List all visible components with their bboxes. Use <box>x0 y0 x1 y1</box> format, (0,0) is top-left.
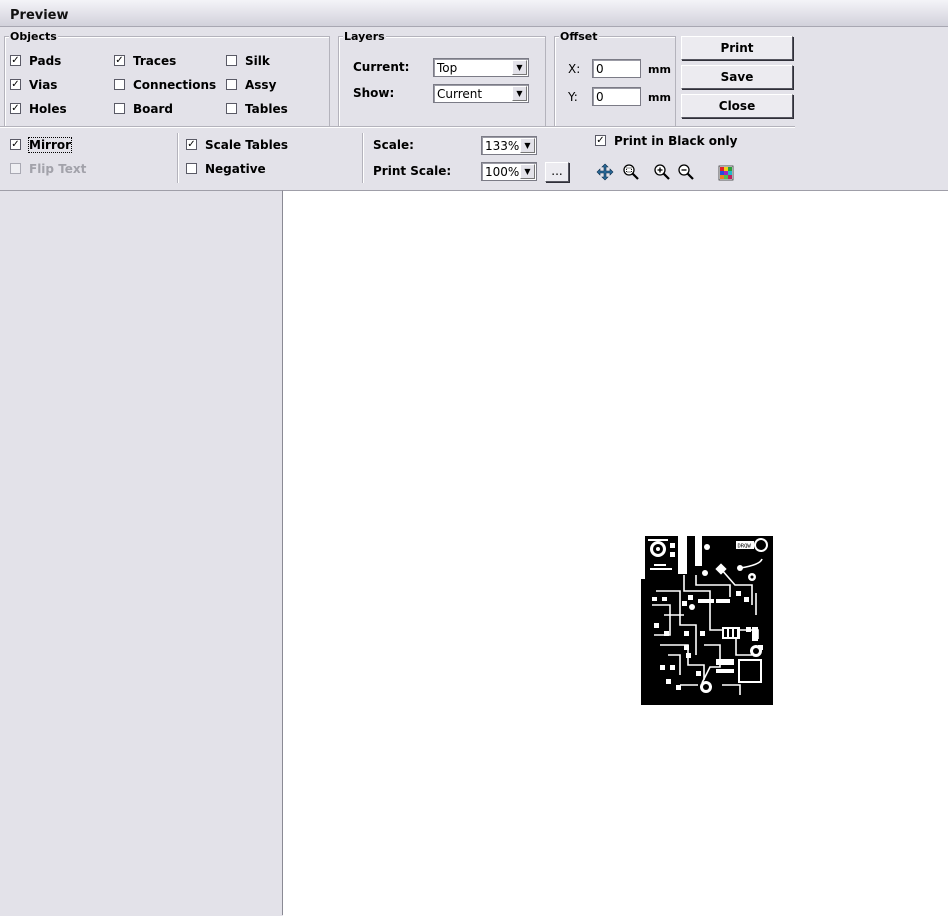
pads-label: Pads <box>29 54 62 68</box>
current-layer-label: Current: <box>353 60 410 74</box>
vertical-divider <box>177 133 179 183</box>
pads-checkbox[interactable]: ✓ Pads <box>10 54 61 70</box>
mirror-label: Mirror <box>27 137 73 153</box>
offset-x-label: X: <box>568 62 581 76</box>
traces-checkbox-box[interactable]: ✓ <box>114 55 125 66</box>
print-button[interactable]: Print <box>681 36 793 60</box>
board-label: Board <box>133 102 173 116</box>
mirror-checkbox-box[interactable]: ✓ <box>10 139 21 150</box>
chevron-down-icon[interactable]: ▼ <box>520 164 535 179</box>
show-layer-label: Show: <box>353 86 395 100</box>
scale-tables-checkbox-box[interactable]: ✓ <box>186 139 197 150</box>
print-scale-value: 100% <box>485 165 520 179</box>
connections-checkbox[interactable]: Connections <box>114 78 216 94</box>
zoom-in-icon[interactable] <box>653 163 671 181</box>
print-scale-select[interactable]: 100% ▼ <box>481 162 537 181</box>
flip-text-label: Flip Text <box>29 162 87 176</box>
silk-label: Silk <box>245 54 270 68</box>
current-layer-select[interactable]: Top ▼ <box>433 58 529 77</box>
vertical-divider <box>362 133 364 183</box>
tables-label: Tables <box>245 102 288 116</box>
silk-checkbox[interactable]: Silk <box>226 54 270 70</box>
chevron-down-icon[interactable]: ▼ <box>520 138 535 153</box>
objects-legend: Objects <box>9 30 58 43</box>
tables-checkbox-box[interactable] <box>226 103 237 114</box>
close-button[interactable]: Close <box>681 94 793 118</box>
assy-checkbox-box[interactable] <box>226 79 237 90</box>
chevron-down-icon[interactable]: ▼ <box>512 60 527 75</box>
vias-label: Vias <box>29 78 58 92</box>
color-palette-icon[interactable] <box>717 164 735 182</box>
pcb-layout-preview: DRQW <box>641 536 773 705</box>
print-black-checkbox-box[interactable]: ✓ <box>595 135 606 146</box>
scale-tables-label: Scale Tables <box>205 138 289 152</box>
toolbar-separator <box>0 126 795 128</box>
zoom-out-icon[interactable] <box>677 163 695 181</box>
scale-value: 133% <box>485 139 520 153</box>
flip-text-checkbox-box <box>10 163 21 174</box>
negative-checkbox[interactable]: Negative <box>186 162 266 178</box>
left-sidebar-panel <box>0 190 283 915</box>
offset-legend: Offset <box>559 30 599 43</box>
current-layer-value: Top <box>437 61 458 75</box>
holes-label: Holes <box>29 102 67 116</box>
pads-checkbox-box[interactable]: ✓ <box>10 55 21 66</box>
assy-checkbox[interactable]: Assy <box>226 78 276 94</box>
print-black-label: Print in Black only <box>614 134 738 148</box>
scale-label: Scale: <box>373 138 414 152</box>
offset-y-label: Y: <box>568 90 578 104</box>
traces-label: Traces <box>133 54 177 68</box>
assy-label: Assy <box>245 78 277 92</box>
layers-group: Layers <box>338 31 546 127</box>
traces-checkbox[interactable]: ✓ Traces <box>114 54 176 70</box>
offset-x-input[interactable]: 0 <box>592 59 641 78</box>
show-layer-value: Current <box>437 87 483 101</box>
silk-checkbox-box[interactable] <box>226 55 237 66</box>
board-checkbox-box[interactable] <box>114 103 125 114</box>
offset-x-unit: mm <box>648 63 671 76</box>
preview-canvas[interactable]: DRQW <box>283 190 948 916</box>
flip-text-checkbox: Flip Text <box>10 162 86 178</box>
print-black-checkbox[interactable]: ✓ Print in Black only <box>595 134 737 150</box>
pcb-silk-label: DRQW <box>738 544 752 550</box>
chevron-down-icon[interactable]: ▼ <box>512 86 527 101</box>
tables-checkbox[interactable]: Tables <box>226 102 288 118</box>
connections-label: Connections <box>133 78 217 92</box>
vias-checkbox[interactable]: ✓ Vias <box>10 78 57 94</box>
board-checkbox[interactable]: Board <box>114 102 173 118</box>
window-title: Preview <box>0 0 948 27</box>
holes-checkbox-box[interactable]: ✓ <box>10 103 21 114</box>
scale-select[interactable]: 133% ▼ <box>481 136 537 155</box>
layers-legend: Layers <box>343 30 386 43</box>
negative-label: Negative <box>205 162 266 176</box>
zoom-area-icon[interactable] <box>622 163 640 181</box>
pan-icon[interactable] <box>596 163 614 181</box>
offset-group: Offset <box>554 31 676 127</box>
negative-checkbox-box[interactable] <box>186 163 197 174</box>
save-button[interactable]: Save <box>681 65 793 89</box>
print-scale-label: Print Scale: <box>373 164 452 178</box>
mirror-checkbox[interactable]: ✓ Mirror <box>10 137 73 154</box>
scale-tables-checkbox[interactable]: ✓ Scale Tables <box>186 138 288 154</box>
connections-checkbox-box[interactable] <box>114 79 125 90</box>
offset-y-unit: mm <box>648 91 671 104</box>
ellipsis-button[interactable]: ... <box>545 162 569 182</box>
vias-checkbox-box[interactable]: ✓ <box>10 79 21 90</box>
offset-y-input[interactable]: 0 <box>592 87 641 106</box>
show-layer-select[interactable]: Current ▼ <box>433 84 529 103</box>
toolbar-panel: Objects ✓ Pads ✓ Traces Silk ✓ Vias Connect… <box>0 27 948 190</box>
holes-checkbox[interactable]: ✓ Holes <box>10 102 67 118</box>
